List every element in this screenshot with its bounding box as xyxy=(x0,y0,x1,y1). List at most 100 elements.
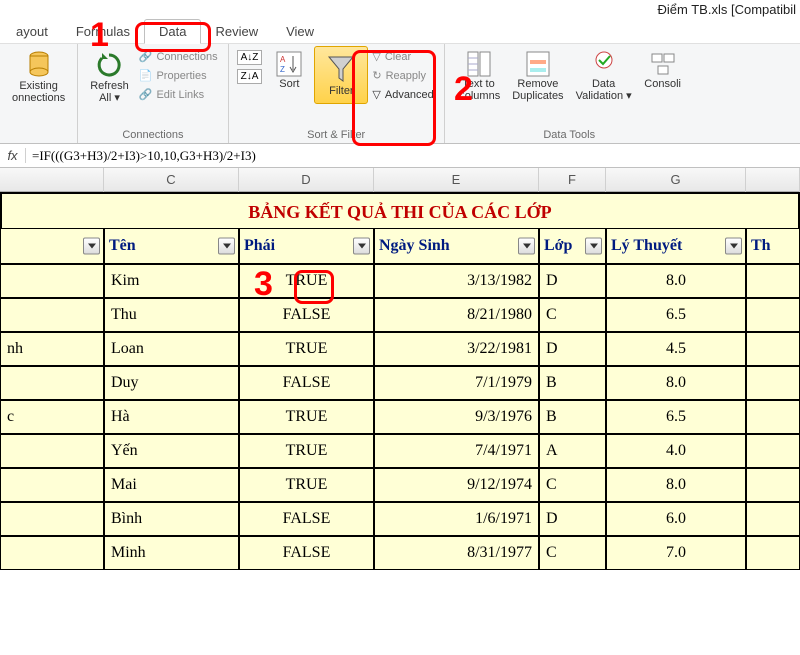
cell[interactable]: c xyxy=(0,400,104,434)
cell[interactable]: C xyxy=(539,536,606,570)
cell[interactable] xyxy=(746,332,800,366)
clear-button[interactable]: ▽ Clear xyxy=(372,50,433,63)
cell[interactable]: D xyxy=(539,332,606,366)
filter-dropdown-ten[interactable] xyxy=(218,238,235,255)
cell[interactable] xyxy=(746,400,800,434)
refresh-all-button[interactable]: Refresh All ▾ xyxy=(84,46,135,108)
hdr-col0[interactable] xyxy=(0,228,104,264)
col-header-g[interactable]: G xyxy=(606,168,746,192)
properties-button[interactable]: 📄 Properties xyxy=(139,69,218,82)
col-header-blank[interactable] xyxy=(0,168,104,192)
cell[interactable]: FALSE xyxy=(239,366,374,400)
sort-za-icon[interactable]: Z↓A xyxy=(237,69,263,84)
cell[interactable]: Loan xyxy=(104,332,239,366)
tab-layout[interactable]: ayout xyxy=(2,20,62,43)
cell[interactable]: TRUE xyxy=(239,264,374,298)
cell[interactable]: 6.5 xyxy=(606,400,746,434)
sheet-title[interactable]: BẢNG KẾT QUẢ THI CỦA CÁC LỚP xyxy=(0,192,800,228)
cell[interactable]: 6.5 xyxy=(606,298,746,332)
formula-input[interactable] xyxy=(26,146,800,166)
filter-button[interactable]: Filter xyxy=(314,46,368,104)
cell[interactable]: B xyxy=(539,366,606,400)
cell[interactable]: Mai xyxy=(104,468,239,502)
cell[interactable]: 7/4/1971 xyxy=(374,434,539,468)
cell[interactable]: TRUE xyxy=(239,332,374,366)
cell[interactable] xyxy=(0,502,104,536)
cell[interactable]: 9/3/1976 xyxy=(374,400,539,434)
filter-dropdown-ngaysinh[interactable] xyxy=(518,238,535,255)
cell[interactable]: C xyxy=(539,468,606,502)
edit-links-button[interactable]: 🔗 Edit Links xyxy=(139,88,218,101)
cell[interactable] xyxy=(0,298,104,332)
filter-dropdown-lythuyet[interactable] xyxy=(725,238,742,255)
cell[interactable] xyxy=(746,298,800,332)
existing-connections-button[interactable]: Existing onnections xyxy=(6,46,71,108)
cell[interactable] xyxy=(0,264,104,298)
col-header-h[interactable] xyxy=(746,168,800,192)
tab-view[interactable]: View xyxy=(272,20,328,43)
cell[interactable]: nh xyxy=(0,332,104,366)
cell[interactable] xyxy=(746,502,800,536)
cell[interactable]: C xyxy=(539,298,606,332)
cell[interactable]: TRUE xyxy=(239,400,374,434)
cell[interactable] xyxy=(0,434,104,468)
cell[interactable] xyxy=(746,264,800,298)
cell[interactable]: TRUE xyxy=(239,468,374,502)
cell[interactable]: 9/12/1974 xyxy=(374,468,539,502)
filter-dropdown-col0[interactable] xyxy=(83,238,100,255)
cell[interactable]: Hà xyxy=(104,400,239,434)
hdr-phai[interactable]: Phái xyxy=(239,228,374,264)
cell[interactable]: 8.0 xyxy=(606,264,746,298)
cell[interactable]: D xyxy=(539,502,606,536)
hdr-lythuyet[interactable]: Lý Thuyết xyxy=(606,228,746,264)
col-header-f[interactable]: F xyxy=(539,168,606,192)
cell[interactable] xyxy=(0,536,104,570)
filter-dropdown-phai[interactable] xyxy=(353,238,370,255)
cell[interactable]: A xyxy=(539,434,606,468)
cell[interactable]: D xyxy=(539,264,606,298)
cell[interactable]: 8/21/1980 xyxy=(374,298,539,332)
advanced-button[interactable]: ▽ Advanced xyxy=(372,88,433,101)
cell[interactable]: 4.0 xyxy=(606,434,746,468)
cell[interactable]: Bình xyxy=(104,502,239,536)
cell[interactable]: 3/22/1981 xyxy=(374,332,539,366)
cell[interactable]: TRUE xyxy=(239,434,374,468)
data-validation-button[interactable]: Data Validation ▾ xyxy=(570,46,638,106)
cell[interactable]: Duy xyxy=(104,366,239,400)
col-header-c[interactable]: C xyxy=(104,168,239,192)
cell[interactable]: 3/13/1982 xyxy=(374,264,539,298)
col-header-e[interactable]: E xyxy=(374,168,539,192)
cell[interactable] xyxy=(746,366,800,400)
hdr-ten[interactable]: Tên xyxy=(104,228,239,264)
text-to-columns-button[interactable]: Text to Columns xyxy=(451,46,506,106)
cell[interactable]: 7.0 xyxy=(606,536,746,570)
hdr-lop[interactable]: Lớp xyxy=(539,228,606,264)
reapply-button[interactable]: ↻ Reapply xyxy=(372,69,433,82)
cell[interactable] xyxy=(0,366,104,400)
cell[interactable] xyxy=(746,434,800,468)
cell[interactable]: FALSE xyxy=(239,536,374,570)
cell[interactable]: 8.0 xyxy=(606,366,746,400)
cell[interactable]: B xyxy=(539,400,606,434)
cell[interactable]: 6.0 xyxy=(606,502,746,536)
tab-review[interactable]: Review xyxy=(201,20,272,43)
cell[interactable]: 8/31/1977 xyxy=(374,536,539,570)
sort-button[interactable]: AZ Sort xyxy=(264,46,314,94)
consolidate-button[interactable]: Consoli xyxy=(638,46,688,94)
connections-button[interactable]: 🔗 Connections xyxy=(139,50,218,63)
cell[interactable]: Minh xyxy=(104,536,239,570)
cell[interactable]: 1/6/1971 xyxy=(374,502,539,536)
col-header-d[interactable]: D xyxy=(239,168,374,192)
filter-dropdown-lop[interactable] xyxy=(585,238,602,255)
cell[interactable]: FALSE xyxy=(239,298,374,332)
fx-button[interactable]: fx xyxy=(0,148,26,163)
cell[interactable]: Yến xyxy=(104,434,239,468)
cell[interactable]: Thu xyxy=(104,298,239,332)
hdr-th[interactable]: Th xyxy=(746,228,800,264)
sort-az-icon[interactable]: A↓Z xyxy=(237,50,263,65)
cell[interactable]: 7/1/1979 xyxy=(374,366,539,400)
cell[interactable]: 8.0 xyxy=(606,468,746,502)
hdr-ngaysinh[interactable]: Ngày Sinh xyxy=(374,228,539,264)
remove-duplicates-button[interactable]: Remove Duplicates xyxy=(506,46,569,106)
cell[interactable]: 4.5 xyxy=(606,332,746,366)
